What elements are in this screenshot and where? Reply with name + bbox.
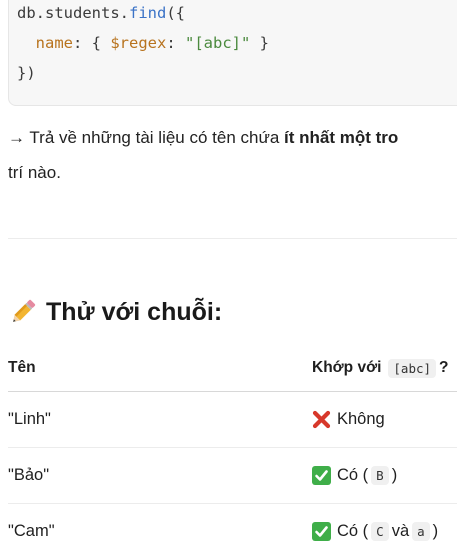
result-close: ) [432, 522, 439, 540]
row-result: Không [312, 392, 385, 447]
code-line-2: name: { $regex: "[abc]" } [17, 34, 269, 52]
row-result: Có ( B ) [312, 448, 397, 503]
check-mark-icon [312, 466, 331, 485]
row-name: "Linh" [8, 410, 51, 428]
result-text: Không [337, 410, 385, 428]
code-key: name [35, 34, 73, 52]
code-object: db.students. [17, 4, 129, 22]
check-mark-icon [312, 522, 331, 541]
result-text: Có ( [337, 466, 369, 484]
result-code: C [371, 522, 389, 541]
result-code: B [371, 466, 389, 485]
code-string: "[abc]" [185, 34, 251, 52]
code-punct: } [250, 34, 269, 52]
header-question: ? [439, 359, 449, 376]
row-result: Có ( C và a ) [312, 504, 438, 556]
table-row: "Bảo" Có ( B ) [8, 448, 457, 504]
row-name: "Cam" [8, 522, 55, 540]
code-line-3: }) [17, 64, 36, 82]
explanation-line-2: trí nào. [8, 163, 61, 182]
cross-mark-icon [312, 410, 331, 429]
header-code: [abc] [388, 358, 437, 378]
code-operator: $regex [110, 34, 167, 52]
divider [8, 238, 457, 239]
table-header: Tên Khớp với [abc] ? [8, 345, 457, 392]
explanation-line-1: → Trả về những tài liệu có tên chứa ít n… [8, 128, 398, 148]
code-punct: ({ [166, 4, 185, 22]
pencil-icon [8, 297, 38, 327]
code-line-1: db.students.find({ [17, 4, 185, 22]
code-block: db.students.find({ name: { $regex: "[abc… [8, 0, 457, 106]
section-heading: Thử với chuỗi: [8, 294, 222, 330]
result-text: Có ( [337, 522, 369, 540]
explanation-bold: ít nhất một tro [284, 128, 399, 147]
header-name: Tên [8, 359, 36, 376]
code-punct: : [166, 34, 185, 52]
result-mid: và [391, 522, 410, 540]
table-row: "Linh" Không [8, 392, 457, 448]
heading-text: Thử với chuỗi: [46, 297, 223, 326]
code-punct: }) [17, 64, 36, 82]
header-match: Khớp với [abc] ? [312, 345, 449, 391]
header-match-label: Khớp với [312, 359, 382, 376]
result-code: a [412, 522, 430, 541]
code-method: find [128, 4, 167, 22]
code-punct: : { [73, 34, 111, 52]
match-table: Tên Khớp với [abc] ? "Linh" Không "Bảo" [8, 345, 457, 556]
explanation-text: → Trả về những tài liệu có tên chứa [8, 128, 285, 147]
row-name: "Bảo" [8, 466, 50, 484]
result-close: ) [391, 466, 398, 484]
table-row: "Cam" Có ( C và a ) [8, 504, 457, 556]
